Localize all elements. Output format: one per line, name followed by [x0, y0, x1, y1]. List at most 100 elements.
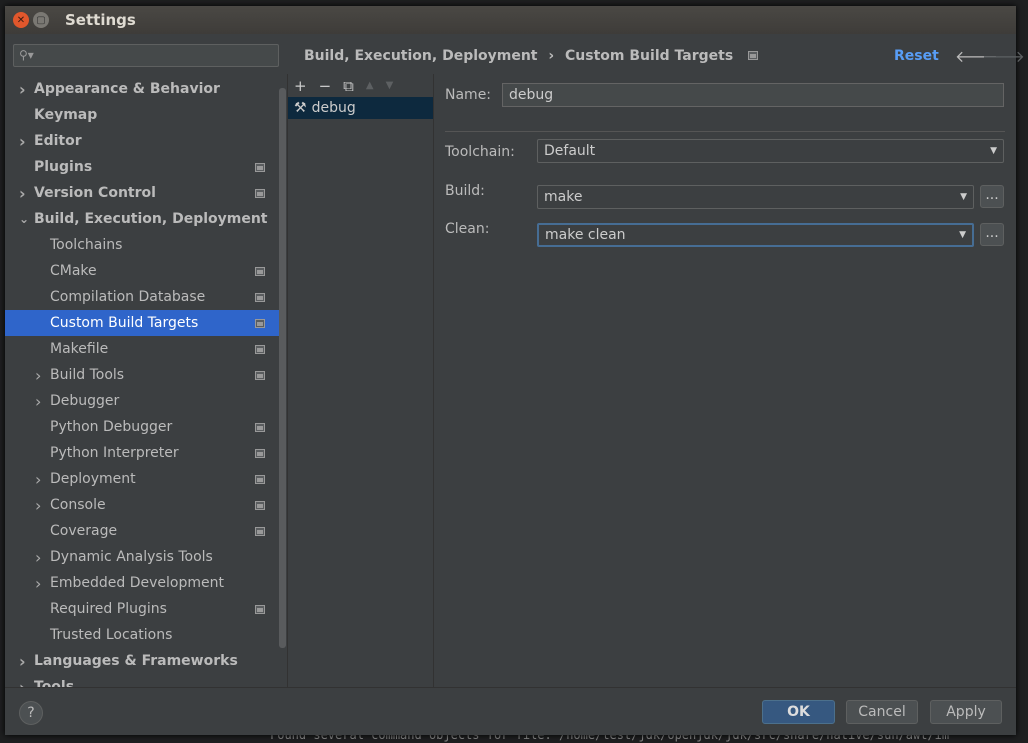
sidebar-item-debugger[interactable]: › Debugger [5, 388, 279, 414]
project-scope-icon [255, 500, 265, 510]
sidebar-item-label: Python Debugger [50, 419, 173, 435]
add-icon[interactable]: + [294, 77, 307, 95]
settings-dialog: ✕ ▢ Settings ⚲▾ › Appearance & Behavior Ke… [5, 6, 1025, 735]
maximize-window-button[interactable]: ▢ [33, 12, 49, 28]
search-icon: ⚲▾ [19, 48, 34, 62]
toolchain-select[interactable]: Default ▼ [537, 139, 1004, 163]
sidebar-item-languages-frameworks[interactable]: › Languages & Frameworks [5, 648, 279, 674]
project-scope-icon [748, 51, 759, 60]
sidebar-item-label: Coverage [50, 523, 118, 539]
build-select[interactable]: make ▼ [537, 185, 974, 209]
sidebar-item-compilation-database[interactable]: Compilation Database [5, 284, 279, 310]
move-up-icon[interactable]: ▲ [366, 80, 374, 91]
sidebar-item-label: Languages & Frameworks [34, 653, 238, 669]
chevron-right-icon[interactable]: › [19, 132, 26, 151]
sidebar-item-appearance-behavior[interactable]: › Appearance & Behavior [5, 76, 279, 102]
project-scope-icon [255, 474, 265, 484]
sidebar-item-version-control[interactable]: › Version Control [5, 180, 279, 206]
help-button[interactable]: ? [19, 701, 43, 725]
ok-button[interactable]: OK [762, 700, 835, 724]
dialog-footer: ? OK Cancel Apply [5, 687, 1016, 735]
breadcrumb-separator: › [548, 48, 555, 64]
chevron-down-icon: ▼ [990, 146, 997, 156]
sidebar-item-label: Compilation Database [50, 289, 206, 305]
sidebar-item-label: Build Tools [50, 367, 125, 383]
sidebar-item-trusted-locations[interactable]: Trusted Locations [5, 622, 279, 648]
build-tools-icon: ⚒ [294, 100, 307, 116]
sidebar-item-label: Console [50, 497, 106, 513]
sidebar-item-tools[interactable]: › Tools [5, 674, 279, 688]
chevron-right-icon[interactable]: › [35, 470, 41, 489]
chevron-down-icon[interactable]: ⌄ [19, 212, 29, 226]
breadcrumb-parent[interactable]: Build, Execution, Deployment [304, 48, 538, 64]
project-scope-icon [255, 422, 265, 432]
target-label: debug [311, 100, 356, 116]
sidebar-item-build-execution-deployment[interactable]: ⌄ Build, Execution, Deployment [5, 206, 279, 232]
sidebar-item-label: Tools [34, 679, 75, 687]
sidebar-item-keymap[interactable]: Keymap [5, 102, 279, 128]
chevron-right-icon[interactable]: › [19, 80, 26, 99]
remove-icon[interactable]: − [319, 77, 332, 95]
settings-tree: › Appearance & Behavior Keymap › Editor Plugi… [5, 76, 279, 687]
project-scope-icon [255, 266, 265, 276]
chevron-right-icon[interactable]: › [35, 496, 41, 515]
chevron-down-icon: ▼ [960, 192, 967, 202]
sidebar-item-required-plugins[interactable]: Required Plugins [5, 596, 279, 622]
toolchain-label: Toolchain: [445, 144, 515, 160]
divider [445, 131, 1005, 132]
reset-link[interactable]: Reset [894, 48, 939, 64]
cancel-button[interactable]: Cancel [846, 700, 918, 724]
sidebar-item-label: Keymap [34, 107, 98, 123]
breadcrumb: Build, Execution, Deployment › Custom Bu… [304, 48, 759, 64]
sidebar-item-coverage[interactable]: Coverage [5, 518, 279, 544]
chevron-right-icon[interactable]: › [19, 652, 26, 671]
apply-button[interactable]: Apply [930, 700, 1002, 724]
sidebar-item-label: Deployment [50, 471, 136, 487]
sidebar-scrollbar[interactable] [279, 88, 286, 648]
clean-browse-button[interactable]: ... [980, 223, 1004, 246]
close-window-button[interactable]: ✕ [13, 12, 29, 28]
build-value: make [544, 189, 583, 205]
sidebar-item-label: Toolchains [50, 237, 123, 253]
sidebar-item-console[interactable]: › Console [5, 492, 279, 518]
sidebar-item-build-tools[interactable]: › Build Tools [5, 362, 279, 388]
sidebar-item-toolchains[interactable]: Toolchains [5, 232, 279, 258]
clean-select[interactable]: make clean ▼ [537, 223, 974, 247]
copy-icon[interactable]: ⧉ [343, 77, 354, 95]
sidebar-item-label: Editor [34, 133, 82, 149]
targets-panel: + − ⧉ ▲ ▼ ⚒ debug [287, 74, 434, 687]
chevron-down-icon: ▼ [959, 230, 966, 240]
chevron-right-icon[interactable]: › [35, 548, 41, 567]
project-scope-icon [255, 370, 265, 380]
chevron-right-icon[interactable]: › [19, 678, 26, 688]
chevron-right-icon[interactable]: › [35, 392, 41, 411]
chevron-right-icon[interactable]: › [35, 366, 41, 385]
project-scope-icon [255, 188, 265, 198]
sidebar-item-dynamic-analysis-tools[interactable]: › Dynamic Analysis Tools [5, 544, 279, 570]
name-field[interactable]: debug [502, 83, 1004, 107]
name-label: Name: [445, 87, 492, 103]
sidebar-item-embedded-development[interactable]: › Embedded Development [5, 570, 279, 596]
target-item-debug[interactable]: ⚒ debug [288, 97, 433, 119]
sidebar-item-editor[interactable]: › Editor [5, 128, 279, 154]
build-browse-button[interactable]: ... [980, 185, 1004, 208]
move-down-icon[interactable]: ▼ [386, 80, 394, 91]
sidebar-item-label: Appearance & Behavior [34, 81, 220, 97]
chevron-right-icon[interactable]: › [19, 184, 26, 203]
sidebar-item-label: Custom Build Targets [50, 315, 199, 331]
sidebar-item-makefile[interactable]: Makefile [5, 336, 279, 362]
sidebar-item-cmake[interactable]: CMake [5, 258, 279, 284]
sidebar-item-label: Required Plugins [50, 601, 167, 617]
sidebar-item-deployment[interactable]: › Deployment [5, 466, 279, 492]
sidebar-item-python-debugger[interactable]: Python Debugger [5, 414, 279, 440]
search-input[interactable]: ⚲▾ [13, 44, 279, 67]
forward-arrow-icon[interactable]: 🡒 [982, 46, 1025, 66]
sidebar-item-label: Plugins [34, 159, 93, 175]
chevron-right-icon[interactable]: › [35, 574, 41, 593]
sidebar-item-label: Build, Execution, Deployment [34, 211, 268, 227]
sidebar-item-plugins[interactable]: Plugins [5, 154, 279, 180]
sidebar-item-python-interpreter[interactable]: Python Interpreter [5, 440, 279, 466]
project-scope-icon [255, 604, 265, 614]
sidebar-item-custom-build-targets[interactable]: Custom Build Targets [5, 310, 279, 336]
settings-sidebar: ⚲▾ › Appearance & Behavior Keymap › Editor Pl… [5, 34, 287, 687]
